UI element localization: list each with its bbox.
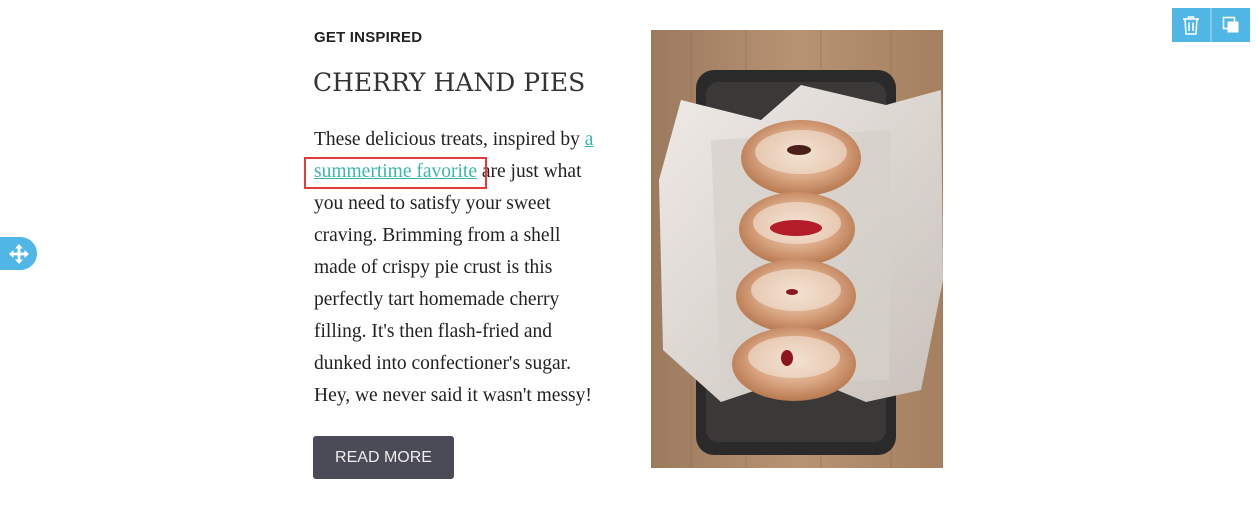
- move-arrows-icon: [8, 243, 29, 264]
- read-more-button[interactable]: READ MORE: [313, 436, 454, 479]
- article-body: These delicious treats, inspired by a su…: [314, 124, 606, 412]
- body-text-rest: are just what you need to satisfy your s…: [314, 161, 592, 406]
- body-text-intro: These delicious treats, inspired by: [314, 129, 585, 150]
- article-title: CHERRY HAND PIES: [313, 68, 586, 97]
- duplicate-icon: [1222, 16, 1239, 33]
- delete-button[interactable]: [1172, 8, 1210, 42]
- doughnuts-photo: [651, 30, 943, 468]
- eyebrow-label: GET INSPIRED: [314, 29, 423, 46]
- duplicate-button[interactable]: [1210, 8, 1250, 42]
- drag-handle[interactable]: [0, 237, 37, 270]
- trash-icon: [1183, 16, 1199, 35]
- block-toolbar: [1172, 8, 1250, 42]
